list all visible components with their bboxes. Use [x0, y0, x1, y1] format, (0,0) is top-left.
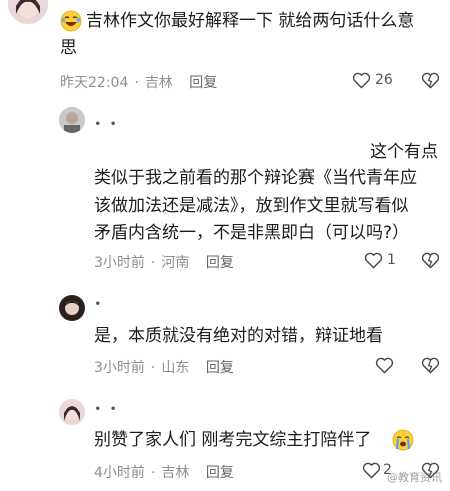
comment-text: 该做加法还是减法》，放到作文里就写看似: [94, 196, 409, 216]
comment-thread: 吉林作文你最好解释一下 就给两句话什么意 思 昨天22:04 · 吉林 回复 26 …: [0, 0, 450, 491]
reply-button[interactable]: 回复: [206, 360, 234, 376]
like-heart-icon[interactable]: [362, 462, 381, 479]
comment-text: 吉林作文你最好解释一下 就给两句话什么意: [86, 11, 415, 31]
crying-emoji-icon: [392, 429, 414, 451]
laughing-emoji-icon: [60, 10, 82, 32]
location: 山东: [161, 360, 190, 376]
comment-text: 思: [60, 38, 77, 58]
comment-text: 别赞了家人们 刚考完文综主打陪伴了: [94, 430, 372, 450]
reply-button[interactable]: 回复: [206, 465, 234, 481]
reply-button[interactable]: 回复: [189, 75, 217, 91]
comment-text: 矛盾内含统一，不是非黑即白（可以吗?）: [94, 223, 410, 243]
watermark: @教育资讯: [387, 471, 442, 484]
username[interactable]: ∙ ∙: [94, 401, 119, 415]
avatar[interactable]: [59, 295, 85, 321]
comment-text: 是，本质就没有绝对的对错，辩证地看: [94, 326, 383, 346]
like-count: 26: [375, 72, 393, 88]
avatar[interactable]: [59, 107, 85, 133]
location: 吉林: [161, 465, 190, 481]
reply-button[interactable]: 回复: [206, 255, 234, 271]
avatar[interactable]: [59, 399, 85, 425]
dislike-heart-icon[interactable]: [421, 252, 440, 269]
timestamp: 3小时前: [94, 360, 145, 376]
location: 吉林: [144, 75, 173, 91]
location: 河南: [161, 255, 190, 271]
like-count: 1: [387, 252, 396, 268]
timestamp: 3小时前: [94, 255, 145, 271]
avatar[interactable]: [8, 0, 48, 24]
like-heart-icon[interactable]: [364, 252, 383, 269]
comment-meta: 昨天22:04 · 吉林 回复: [60, 75, 218, 91]
comment-text: 类似于我之前看的那个辩论赛《当代青年应: [94, 168, 417, 188]
comment-text: 这个有点: [370, 142, 438, 162]
dislike-heart-icon[interactable]: [421, 357, 440, 374]
like-heart-icon[interactable]: [352, 72, 371, 89]
comment-meta: 3小时前 · 山东 回复: [94, 360, 234, 376]
comment-meta: 4小时前 · 吉林 回复: [94, 465, 234, 481]
comment-meta: 3小时前 · 河南 回复: [94, 255, 234, 271]
dislike-heart-icon[interactable]: [421, 72, 440, 89]
timestamp: 4小时前: [94, 465, 145, 481]
username[interactable]: ∙: [94, 296, 104, 310]
timestamp: 昨天22:04: [60, 75, 129, 91]
like-heart-icon[interactable]: [375, 357, 394, 374]
username[interactable]: ∙ ∙: [94, 116, 119, 130]
